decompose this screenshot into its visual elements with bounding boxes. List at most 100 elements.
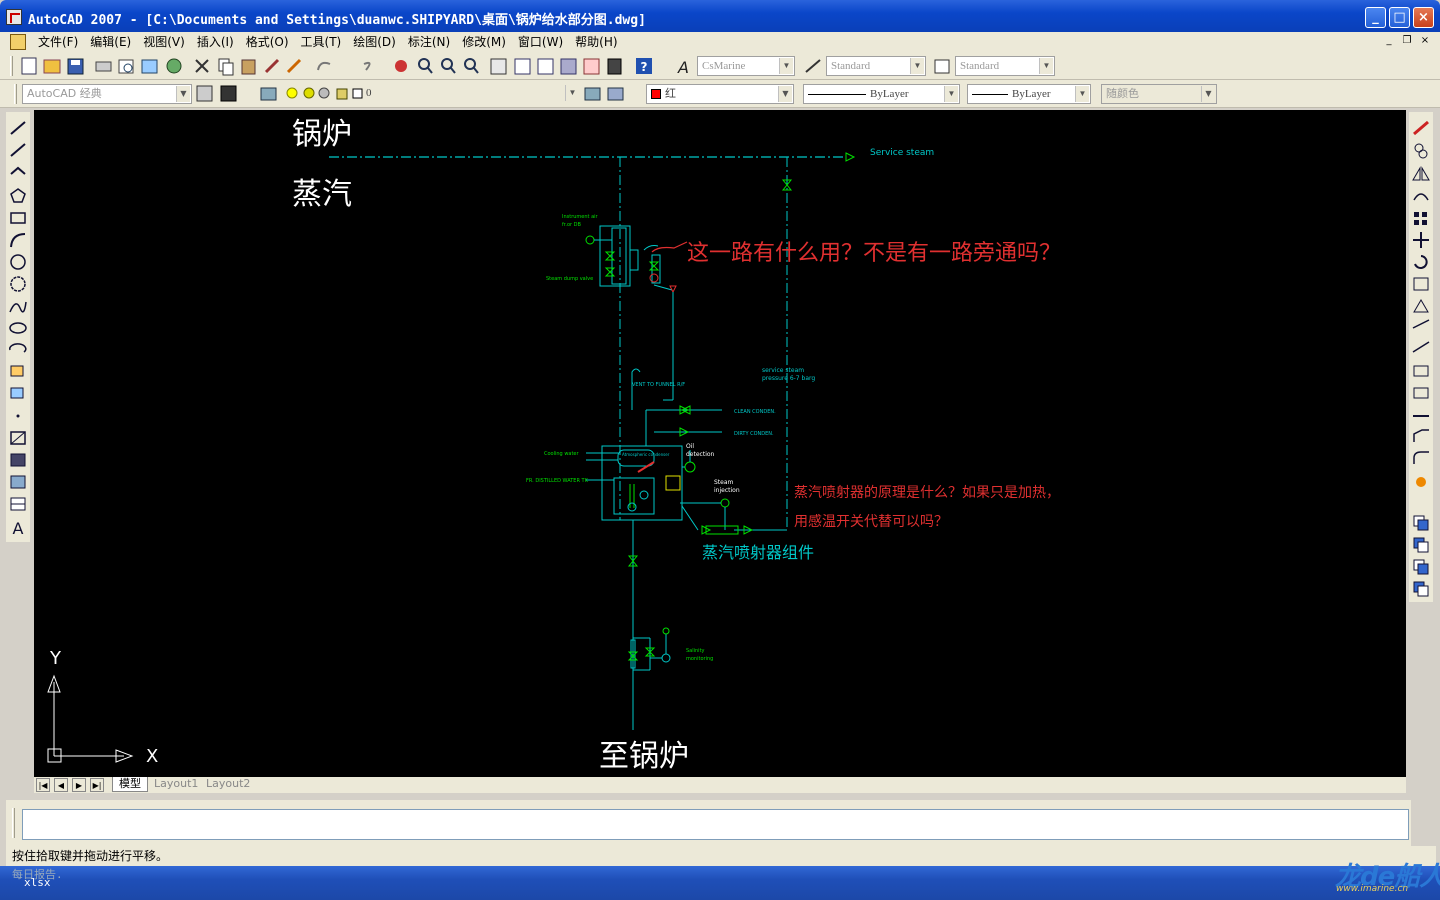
- steam-header-line[interactable]: [329, 152, 856, 162]
- annotation-note-1[interactable]: 这一路有什么用？不是有一路旁通吗？: [687, 241, 1061, 266]
- modify-toolbar-icons: [1412, 120, 1430, 597]
- condensate-lines[interactable]: [645, 405, 722, 446]
- draworder-back-icon: [1413, 537, 1429, 553]
- table-style-combo[interactable]: Standard ▼: [955, 56, 1055, 76]
- table-style-icon: [934, 59, 950, 74]
- steam-injection[interactable]: [680, 498, 754, 535]
- steam-injection-label-2: injection: [714, 487, 740, 494]
- minimize-button[interactable]: _: [1365, 7, 1386, 28]
- dim-style-value: Standard: [831, 60, 871, 72]
- close-button[interactable]: ×: [1413, 7, 1434, 28]
- prev-tab-icon[interactable]: ◀: [54, 778, 68, 792]
- menu-format[interactable]: 格式(O): [240, 34, 295, 50]
- annotation-note-2b[interactable]: 用感温开关代替可以吗？: [794, 513, 948, 530]
- svg-text:?: ?: [641, 60, 648, 74]
- menu-edit[interactable]: 编辑(E): [84, 34, 137, 50]
- lineweight-value: ByLayer: [1012, 88, 1051, 100]
- menu-insert[interactable]: 插入(I): [191, 34, 240, 50]
- last-tab-icon[interactable]: ▶|: [90, 778, 104, 792]
- feed-line[interactable]: [627, 520, 671, 730]
- document-icon[interactable]: [10, 34, 26, 50]
- status-bar: 按住拾取键并拖动进行平移。: [6, 846, 1436, 866]
- doc-restore-icon[interactable]: ❐: [1400, 34, 1414, 48]
- 3d-dwf-icon: [166, 58, 182, 74]
- steam-trap-branch[interactable]: [643, 245, 677, 401]
- command-grip[interactable]: [12, 808, 15, 838]
- menu-window[interactable]: 窗口(W): [512, 34, 569, 50]
- color-combo[interactable]: 红 ▼: [646, 84, 794, 104]
- save-icon: [67, 58, 84, 75]
- steam-dump-assembly[interactable]: [585, 225, 639, 287]
- menu-tools[interactable]: 工具(T): [295, 34, 348, 50]
- layout-tabs-bar: |◀ ◀ ▶ ▶| 模型 Layout1 Layout2: [34, 777, 1406, 793]
- drawing-canvas[interactable]: 锅炉 蒸汽 至锅炉 Service steam service steam pr…: [34, 110, 1406, 778]
- doc-close-icon[interactable]: ×: [1418, 34, 1432, 48]
- markup-icon: [583, 58, 600, 75]
- insert-block-icon: [10, 365, 24, 377]
- instrument-air-label: Instrument air: [562, 214, 599, 220]
- mtext-icon: A: [13, 519, 24, 538]
- menu-items: 文件(F) 编辑(E) 视图(V) 插入(I) 格式(O) 工具(T) 绘图(D…: [32, 34, 624, 50]
- dim-style-icon: [805, 59, 821, 73]
- bulb-icon: [286, 87, 298, 99]
- layer-color-swatch: [352, 88, 363, 99]
- menu-file[interactable]: 文件(F): [32, 34, 84, 50]
- erase-icon: [1413, 120, 1429, 136]
- region-icon: [10, 475, 26, 489]
- doc-minimize-icon[interactable]: _: [1382, 34, 1396, 48]
- status-text: 按住拾取键并拖动进行平移。: [12, 849, 169, 863]
- tab-layout1[interactable]: Layout1: [148, 777, 204, 792]
- modify-toolbar: [1409, 112, 1433, 602]
- draw-toolbar-icons: A: [9, 121, 27, 538]
- lineweight-combo[interactable]: ByLayer ▼: [967, 84, 1091, 104]
- block-editor-icon: [286, 58, 302, 74]
- gradient-icon: [10, 453, 26, 467]
- chevron-down-icon: ▼: [944, 86, 958, 102]
- next-tab-icon[interactable]: ▶: [72, 778, 86, 792]
- revcloud-icon: [10, 276, 26, 292]
- cascade-tank[interactable]: [601, 445, 683, 521]
- menu-draw[interactable]: 绘图(D): [347, 34, 402, 50]
- annotation-note-3[interactable]: 蒸汽喷射器组件: [702, 543, 814, 562]
- layers-toolbar: AutoCAD 经典 ▼ 0 ▼ 红 ▼ ByLayer ▼ ByLayer ▼ 随颜色 ▼: [0, 80, 1440, 108]
- mirror-icon: [1412, 166, 1430, 181]
- layer-value: 0: [366, 87, 372, 99]
- paste-icon: [241, 59, 256, 75]
- first-tab-icon[interactable]: |◀: [36, 778, 50, 792]
- maximize-button[interactable]: □: [1389, 7, 1410, 28]
- make-current-layer-icon: [584, 87, 601, 101]
- service-steam-note-2: pressure 6-7 barg: [762, 375, 815, 382]
- autocad-app-icon[interactable]: [6, 9, 22, 25]
- match-properties-icon: [264, 58, 280, 74]
- lock-icon: [336, 88, 348, 100]
- dim-style-combo[interactable]: Standard ▼: [826, 56, 926, 76]
- command-line-input[interactable]: [22, 809, 1409, 840]
- text-style-icon: A: [677, 58, 689, 77]
- chevron-down-icon: ▼: [910, 58, 924, 74]
- rotate-icon: [1414, 255, 1428, 269]
- sun-icon: [303, 87, 315, 99]
- table-icon: [10, 497, 26, 511]
- menu-dimension[interactable]: 标注(N): [402, 34, 456, 50]
- watermark-url: www.imarine.cn: [1336, 884, 1409, 894]
- atmospheric-condenser-label: Atmospheric condenser: [622, 452, 670, 457]
- calculator-icon: [607, 58, 622, 75]
- oil-detection-label-2: detection: [686, 451, 715, 458]
- tab-layout2[interactable]: Layout2: [200, 777, 256, 792]
- taskbar-item-line2[interactable]: xlsx: [24, 876, 51, 889]
- stretch-icon: [1413, 299, 1429, 313]
- layer-combo[interactable]: 0 ▼: [362, 84, 580, 104]
- tab-model[interactable]: 模型: [112, 777, 148, 792]
- menu-modify[interactable]: 修改(M): [456, 34, 512, 50]
- vent-line[interactable]: [631, 368, 641, 410]
- dirty-condensate-label: DIRTY CONDEN.: [734, 431, 774, 437]
- text-style-combo[interactable]: CsMarine ▼: [697, 56, 795, 76]
- open-icon: [43, 59, 61, 74]
- menu-help[interactable]: 帮助(H): [569, 34, 623, 50]
- annotation-note-2a[interactable]: 蒸汽喷射器的原理是什么？如果只是加热，: [794, 485, 1060, 501]
- menu-view[interactable]: 视图(V): [137, 34, 191, 50]
- plotstyle-combo[interactable]: 随颜色 ▼: [1101, 84, 1217, 104]
- zoom-previous-icon: [464, 58, 479, 74]
- linetype-combo[interactable]: ByLayer ▼: [803, 84, 960, 104]
- undo-icon: [317, 61, 331, 71]
